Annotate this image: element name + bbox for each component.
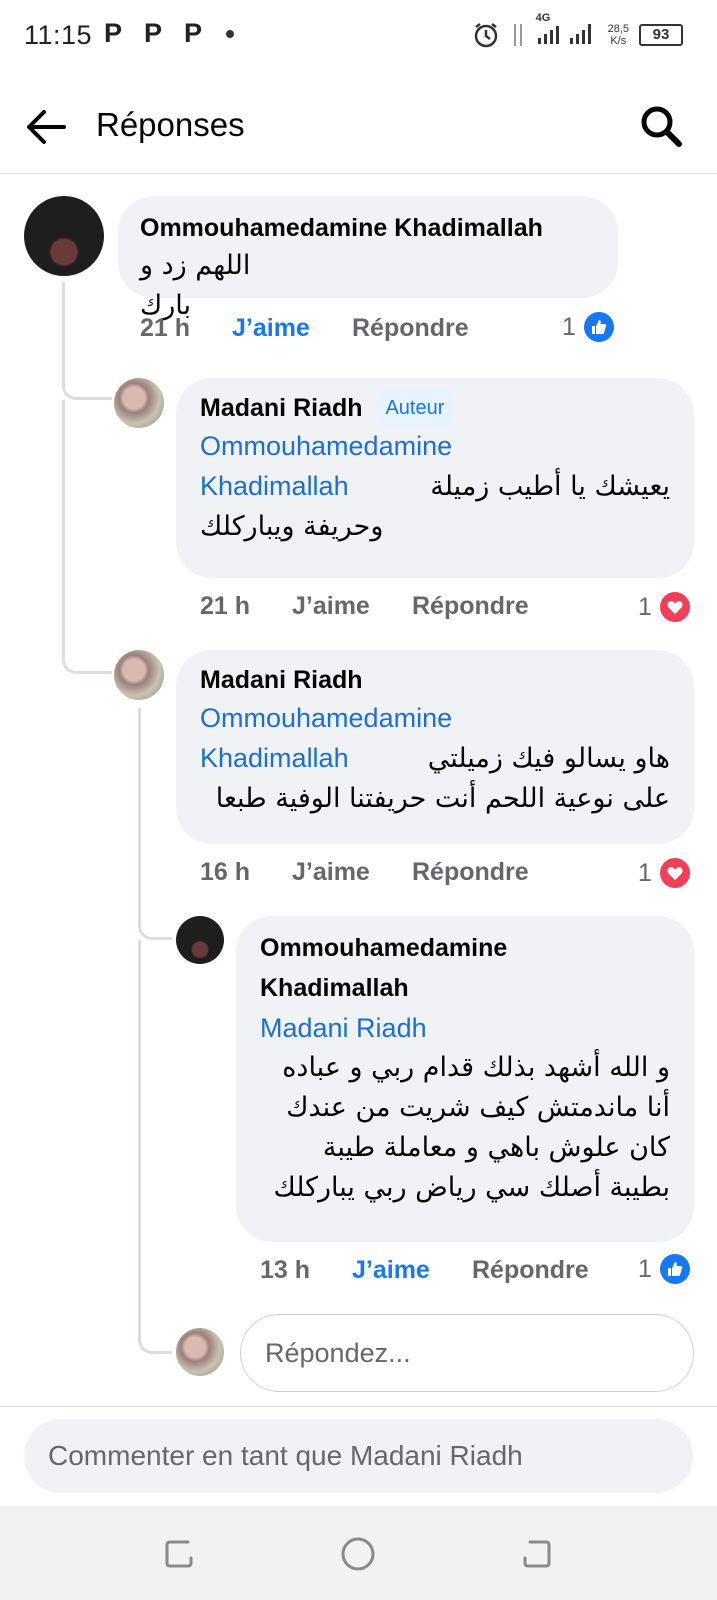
- like-button[interactable]: J’aime: [292, 592, 412, 621]
- mention-link[interactable]: Ommouhamedamine: [200, 426, 670, 466]
- home-icon: [341, 1537, 375, 1571]
- reply-button[interactable]: Répondre: [412, 858, 529, 887]
- avatar: [176, 1328, 224, 1376]
- reaction-count: 1: [638, 592, 652, 621]
- comment-input[interactable]: Commenter en tant que Madani Riadh: [24, 1419, 693, 1493]
- battery-icon: 93: [639, 23, 683, 46]
- system-nav-bar: [0, 1506, 717, 1600]
- reaction-summary[interactable]: 1: [638, 1254, 690, 1284]
- like-button[interactable]: J’aime: [292, 858, 412, 887]
- composer-bar: Commenter en tant que Madani Riadh: [0, 1406, 717, 1506]
- comment-text: وحريفة ويباركلك: [200, 511, 384, 542]
- back-button[interactable]: [22, 102, 72, 152]
- love-reaction-icon: [659, 858, 690, 888]
- speed-unit: K/s: [610, 34, 627, 47]
- thread-line: [62, 282, 112, 400]
- like-button[interactable]: J’aime: [232, 314, 352, 343]
- comment-bubble: Ommouhamedamine Khadimallah اللهم زد و ب…: [118, 196, 618, 321]
- comment-author[interactable]: Khadimallah: [260, 968, 670, 1008]
- signal-4g: 4G: [536, 12, 598, 51]
- comment-time[interactable]: 13 h: [260, 1256, 352, 1285]
- like-reaction-icon: [659, 1254, 690, 1284]
- comment-author[interactable]: Ommouhamedamine Khadimallah: [140, 210, 596, 246]
- arrow-left-icon: [27, 110, 66, 144]
- mention-link[interactable]: Khadimallah: [200, 738, 349, 778]
- mention-link[interactable]: Madani Riadh: [260, 1008, 670, 1048]
- comment-actions: 16 h J’aime Répondre: [200, 858, 529, 887]
- more-notifications-dot: [226, 29, 235, 38]
- back-nav-icon: [523, 1540, 551, 1568]
- comment-text: هاو يسالو فيك زميلتي: [427, 743, 670, 774]
- like-reaction-icon: [583, 312, 614, 342]
- avatar[interactable]: [114, 650, 164, 700]
- comment-actions: 21 h J’aime Répondre: [140, 314, 469, 343]
- avatar[interactable]: [176, 916, 224, 964]
- comment-bubble: Madani Riadh Ommouhamedamine Khadimallah…: [176, 650, 694, 844]
- comment-text: يعيشك يا أطيب زميلة: [430, 471, 670, 502]
- data-transfer-icon: [513, 23, 522, 46]
- reply-input[interactable]: Répondez...: [240, 1314, 694, 1392]
- recents-icon: [165, 1540, 193, 1568]
- comment-time[interactable]: 21 h: [200, 592, 292, 621]
- app-bar: Réponses: [0, 80, 717, 174]
- reaction-summary[interactable]: 1: [638, 858, 690, 888]
- reaction-summary[interactable]: 1: [562, 312, 614, 342]
- comment-bubble: Madani Riadh Auteur Ommouhamedamine Khad…: [176, 378, 694, 578]
- status-time: 11:15: [24, 20, 93, 50]
- home-button[interactable]: [338, 1534, 378, 1574]
- love-reaction-icon: [659, 592, 690, 622]
- mention-link[interactable]: Ommouhamedamine: [200, 698, 670, 738]
- comment-time[interactable]: 16 h: [200, 858, 292, 887]
- page-title: Réponses: [96, 106, 245, 143]
- comment-text: على نوعية اللحم أنت حريفتنا الوفية طبعا: [215, 783, 670, 814]
- reply-button[interactable]: Répondre: [472, 1256, 589, 1285]
- network-type: 4G: [535, 12, 551, 24]
- comment-bubble: Ommouhamedamine Khadimallah Madani Riadh…: [236, 916, 694, 1242]
- status-indicators: 4G 28,5 K/s 93: [472, 12, 683, 51]
- comment-actions: 13 h J’aime Répondre: [260, 1256, 589, 1285]
- comment-text: كان علوش باهي و معاملة طيبة: [322, 1132, 670, 1163]
- notification-icon: P: [104, 18, 123, 48]
- comment-text: أنا ماندمتش كيف شريت من عندك: [286, 1092, 670, 1123]
- comment-text: بطيبة أصلك سي رياض ربي يباركلك: [273, 1172, 670, 1203]
- reply-button[interactable]: Répondre: [352, 314, 469, 343]
- network-speed: 28,5 K/s: [608, 23, 629, 47]
- status-bar: 11:15 P P P 4G 28,5 K/s 93: [0, 0, 717, 72]
- comment-author[interactable]: Ommouhamedamine: [260, 928, 670, 968]
- search-button[interactable]: [637, 102, 685, 150]
- thread-line: [138, 940, 172, 1354]
- avatar[interactable]: [24, 196, 104, 276]
- back-nav-button[interactable]: [518, 1534, 558, 1574]
- comment-line: Khadimallah هاو يسالو فيك زميلتي: [200, 738, 670, 779]
- comment-author[interactable]: Madani Riadh: [200, 662, 670, 698]
- comment-text: و الله أشهد بذلك قدام ربي و عباده: [282, 1052, 670, 1083]
- reaction-summary[interactable]: 1: [638, 592, 690, 622]
- thread-line: [62, 400, 112, 674]
- speed-value: 28,5: [607, 22, 629, 35]
- notification-icon: P: [144, 18, 163, 48]
- reaction-count: 1: [562, 312, 576, 341]
- thread-line: [138, 708, 172, 940]
- notification-icons: P P P: [104, 18, 235, 49]
- reaction-count: 1: [638, 858, 652, 887]
- alarm-icon: [474, 22, 497, 47]
- like-button[interactable]: J’aime: [352, 1256, 472, 1285]
- search-icon: [641, 106, 682, 147]
- mention-link[interactable]: Khadimallah: [200, 466, 349, 506]
- recents-button[interactable]: [160, 1534, 200, 1574]
- comment-author[interactable]: Madani Riadh: [200, 394, 363, 422]
- comment-line: Khadimallah يعيشك يا أطيب زميلة: [200, 466, 670, 507]
- author-badge: Auteur: [377, 390, 453, 426]
- reply-button[interactable]: Répondre: [412, 592, 529, 621]
- comment-time[interactable]: 21 h: [140, 314, 232, 343]
- comment-author-line: Madani Riadh Auteur: [200, 390, 670, 426]
- comment-actions: 21 h J’aime Répondre: [200, 592, 529, 621]
- avatar[interactable]: [114, 378, 164, 428]
- reaction-count: 1: [638, 1254, 652, 1283]
- notification-icon: P: [184, 18, 203, 48]
